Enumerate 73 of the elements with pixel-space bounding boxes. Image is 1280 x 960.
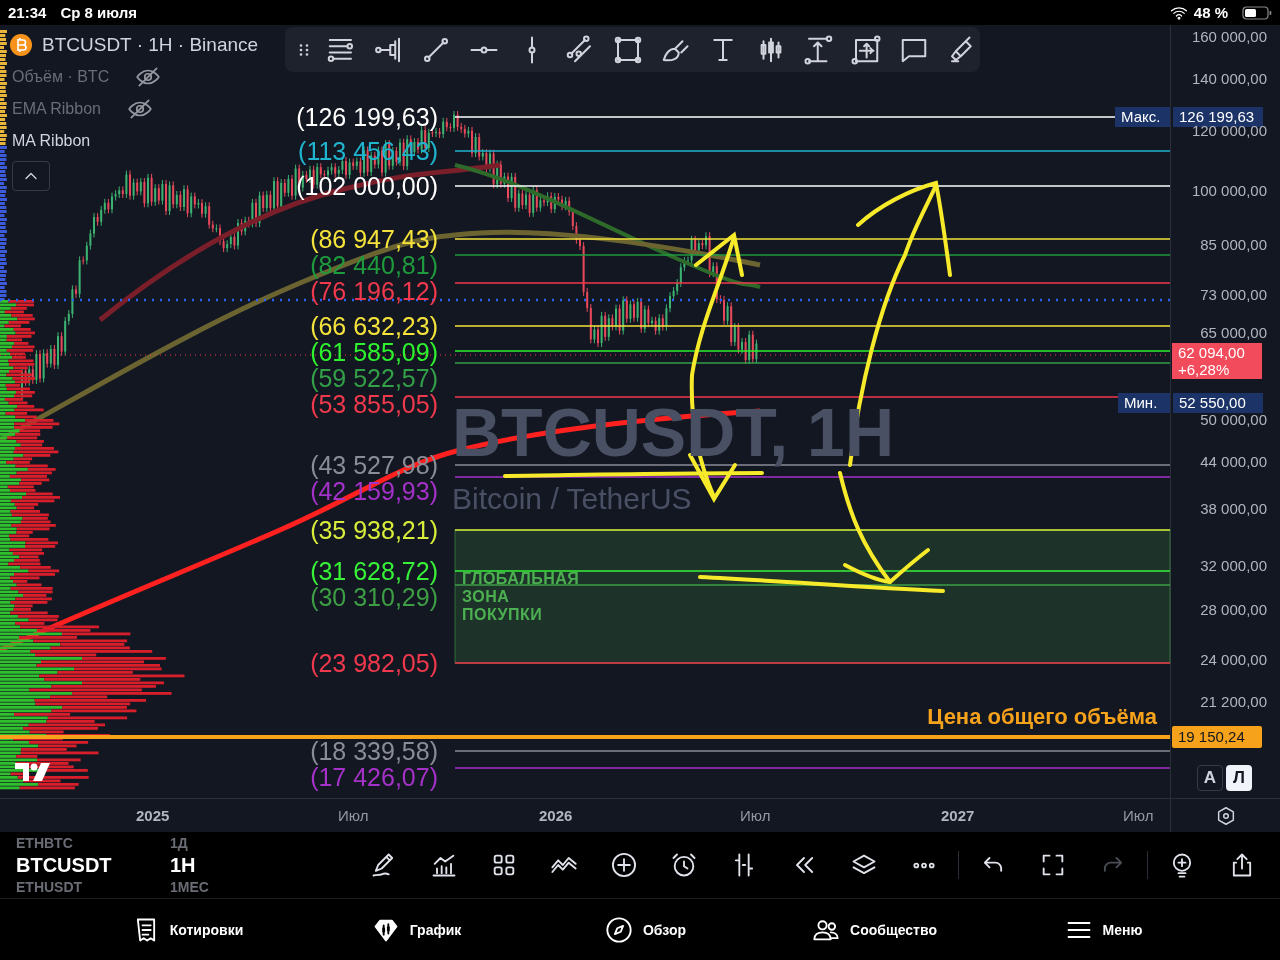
symbol-option[interactable]: ETHBTC	[16, 833, 170, 853]
interval-option[interactable]: 1H	[170, 853, 270, 877]
price-axis-tick: 160 000,00	[1190, 28, 1267, 46]
alarm-icon	[670, 851, 698, 879]
price-axis-tick: 24 000,00	[1199, 651, 1267, 669]
eye-off-icon[interactable]	[135, 64, 162, 90]
time-axis-tick: 2025	[136, 807, 170, 824]
price-level-label: (66 632,23)	[310, 313, 438, 339]
nav-tab[interactable]: Котировки	[73, 899, 302, 960]
price-axis-tick: 100 000,00	[1190, 182, 1267, 200]
time-axis-tick: Июл	[740, 807, 771, 824]
max-price-tag: Макс.	[1115, 107, 1170, 127]
price-level-label: (126 199,63)	[296, 104, 438, 130]
price-level-label: (23 982,05)	[310, 650, 438, 676]
price-level-label: (59 522,57)	[310, 365, 438, 391]
price-level-label: (61 585,09)	[310, 339, 438, 365]
price-level-label: (35 938,21)	[310, 517, 438, 543]
time-axis-tick: Июл	[338, 807, 369, 824]
symbol-title[interactable]: BTCUSDT · 1H · Binance	[42, 34, 259, 56]
price-axis-tick: 28 000,00	[1199, 601, 1267, 619]
nav-tab[interactable]: Меню	[989, 899, 1218, 960]
compass-icon	[604, 915, 633, 944]
ruler-icon[interactable]	[803, 34, 834, 65]
price-axis-tick: 32 000,00	[1199, 557, 1267, 575]
price-axis-tick: 85 000,00	[1199, 236, 1267, 254]
nav-tab[interactable]: Сообщество	[760, 899, 989, 960]
time-axis-tick: 2026	[539, 807, 573, 824]
eye-off-icon[interactable]	[126, 96, 153, 122]
move-icon[interactable]	[851, 34, 882, 65]
symbol-option[interactable]: ETHUSDT	[16, 877, 170, 897]
square-icon[interactable]	[612, 34, 643, 65]
price-axis-tick: 73 000,00	[1199, 286, 1267, 304]
time-axis-tick: Июл	[1123, 807, 1154, 824]
date-text: Ср 8 июля	[60, 4, 137, 21]
plus-circle-icon	[610, 851, 638, 879]
scale-toggle[interactable]: Л	[1226, 765, 1252, 791]
scale-toggle[interactable]: А	[1197, 765, 1223, 791]
coin-icon	[10, 34, 32, 56]
price-axis-tick: 140 000,00	[1190, 70, 1267, 88]
price-level-label: (102 000,00)	[296, 173, 438, 199]
more-icon	[913, 861, 935, 869]
volume-price-label: Цена общего объёма	[927, 704, 1157, 730]
price-level-label: (30 310,29)	[310, 584, 438, 610]
interval-option[interactable]: 1МЕС	[170, 877, 270, 897]
time-axis-tick: 2027	[941, 807, 975, 824]
price-axis-tick: 38 000,00	[1199, 500, 1267, 518]
min-price-tag: Мин.	[1118, 393, 1170, 413]
price-level-label: (86 947,43)	[310, 226, 438, 252]
price-level-label: (31 628,72)	[310, 558, 438, 584]
clock-time: 21:34	[8, 4, 47, 21]
price-level-label: (53 855,05)	[310, 391, 438, 417]
price-axis-label: 126 199,63	[1173, 107, 1263, 127]
nav-tab[interactable]: Обзор	[531, 899, 760, 960]
price-level-label: (76 196,12)	[310, 278, 438, 304]
price-axis-tick: 21 200,00	[1199, 693, 1267, 711]
price-axis-tick: 44 000,00	[1199, 453, 1267, 471]
nav-tab[interactable]: График	[302, 899, 531, 960]
price-axis-tick: 50 000,00	[1199, 411, 1267, 429]
last-price-label: 62 094,00 +6,28%	[1172, 343, 1262, 379]
interval-option[interactable]: 1Д	[170, 833, 270, 853]
price-level-label: (42 159,93)	[310, 478, 438, 504]
price-axis-label: 19 150,24	[1172, 726, 1262, 748]
battery-percent: 48 %	[1193, 4, 1228, 21]
price-level-label: (17 426,07)	[310, 764, 438, 790]
symbol-option[interactable]: BTCUSDT	[16, 853, 170, 877]
zone-label: ГЛОБАЛЬНАЯ ЗОНА ПОКУПКИ	[462, 570, 580, 624]
chart-watermark: Bitcoin / TetherUS	[452, 483, 692, 515]
price-axis-tick: 65 000,00	[1199, 324, 1267, 342]
logo-icon	[14, 761, 52, 783]
battery-icon	[1242, 5, 1272, 20]
indicator-name[interactable]: MA Ribbon	[12, 132, 91, 150]
price-axis-label: 52 550,00	[1173, 393, 1263, 413]
price-level-label: (18 339,58)	[310, 738, 438, 764]
